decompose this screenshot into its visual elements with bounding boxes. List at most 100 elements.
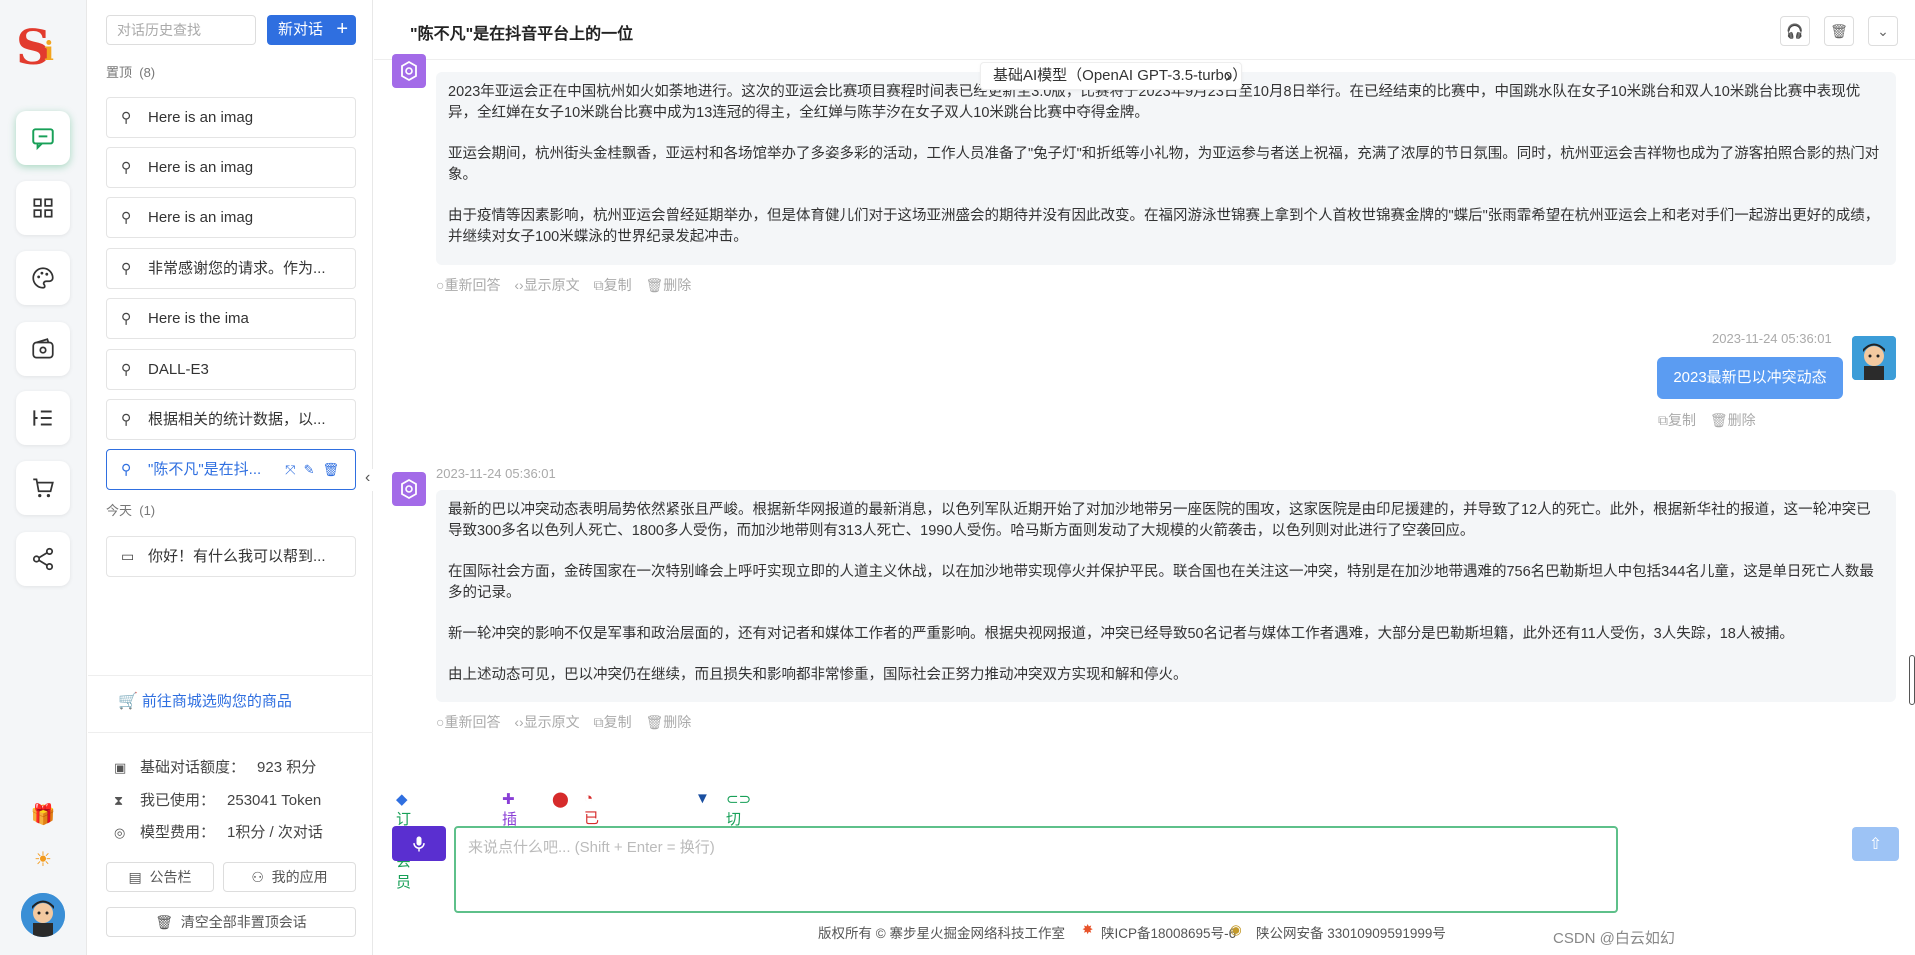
regenerate-button[interactable]: ○重新回答	[436, 714, 500, 730]
copy-button[interactable]: ⧉复制	[594, 277, 632, 293]
cart-icon[interactable]	[16, 461, 70, 515]
message-paragraph: 由于疫情等因素影响，杭州亚运会曾经延期举办，但是体育健儿们对于这场亚洲盛会的期待…	[448, 208, 1880, 245]
copy-label: 复制	[603, 277, 632, 293]
delete-icon[interactable]: 🗑	[322, 462, 347, 477]
pin-icon: ⚲	[121, 159, 132, 175]
message-paragraph: 由上述动态可见，巴以冲突仍在继续，而且损失和影响都非常惨重，国际社会正努力推动冲…	[448, 667, 1188, 683]
message-timestamp: 2023-11-24 05:36:01	[436, 466, 556, 481]
user-icon: ⚇	[251, 869, 264, 885]
police-badge-icon: ◉	[1230, 922, 1242, 937]
pinned-count: (8)	[139, 65, 156, 80]
message-actions: ○重新回答 ‹›显示原文 ⧉复制 🗑删除	[436, 275, 701, 295]
conversation-title: Here is an imag	[148, 109, 254, 126]
apps-grid-icon[interactable]	[16, 181, 70, 235]
conversation-title: 根据相关的统计数据，以...	[148, 411, 326, 428]
show-raw-button[interactable]: ‹›显示原文	[514, 277, 579, 293]
model-cost-stat: ◎ 模型费用： 1积分 / 次对话	[114, 821, 323, 842]
microphone-button[interactable]	[392, 826, 446, 861]
my-apps-label: 我的应用	[271, 869, 328, 885]
shop-link[interactable]: 🛒 前往商城选购您的商品	[118, 690, 292, 711]
regenerate-label: 重新回答	[444, 714, 501, 730]
stat-label: 我已使用：	[140, 792, 216, 809]
divider	[88, 732, 373, 733]
basket-icon[interactable]: ▼	[695, 790, 710, 807]
chat-icon[interactable]	[16, 111, 70, 165]
sun-icon[interactable]: ☀	[30, 846, 56, 872]
conversation-title: DALL-E3	[148, 361, 209, 378]
quota-stat: ▣ 基础对话额度： 923 积分	[114, 756, 316, 777]
pinned-conversation[interactable]: ⚲ 根据相关的统计数据，以...	[106, 399, 356, 440]
model-label: 基础AI模型（OpenAI GPT-3.5-turbo）	[993, 67, 1248, 84]
edit-icon[interactable]: ✎	[304, 462, 323, 477]
regenerate-label: 重新回答	[444, 277, 501, 293]
icp-link[interactable]: 陕ICP备18008695号-6	[1101, 922, 1236, 942]
model-selector[interactable]: 基础AI模型（OpenAI GPT-3.5-turbo） ›	[980, 62, 1247, 90]
gift-icon[interactable]: 🎁	[30, 801, 56, 827]
regenerate-button[interactable]: ○重新回答	[436, 277, 500, 293]
notice-board-button[interactable]: ▤ 公告栏	[106, 862, 214, 892]
conversation-title: Here is the ima	[148, 310, 249, 327]
cart-icon: 🛒	[118, 693, 138, 710]
conversation-sidebar: 对话历史查找 新对话 + 置顶 (8) ⚲ Here is an imag ⚲ He…	[88, 0, 373, 955]
shop-link-label: 前往商城选购您的商品	[141, 693, 292, 710]
chat-bubble-icon: ▭	[121, 548, 135, 564]
unpin-icon[interactable]: ⤧	[285, 462, 303, 477]
notice-label: 公告栏	[149, 869, 192, 885]
copy-button[interactable]: ⧉复制	[594, 714, 632, 730]
share-icon[interactable]	[16, 532, 70, 586]
show-raw-button[interactable]: ‹›显示原文	[514, 714, 579, 730]
user-avatar-icon[interactable]	[21, 893, 65, 937]
hourglass-icon: ⧗	[114, 793, 124, 808]
today-section-label: 今天 (1)	[106, 500, 155, 519]
history-search-input[interactable]: 对话历史查找	[106, 15, 256, 45]
pin-icon: ⚲	[121, 411, 132, 427]
send-button[interactable]: ⇧	[1852, 827, 1899, 861]
pin-icon: ⚲	[121, 209, 132, 225]
trash-icon: 🗑	[155, 914, 173, 930]
active-conversation[interactable]: ⚲ "陈不凡"是在抖... ⤧✎🗑	[106, 449, 356, 490]
police-link[interactable]: 陕公网安备 33010909591999号	[1256, 922, 1446, 942]
pinned-conversation[interactable]: ⚲ Here is an imag	[106, 147, 356, 188]
user-avatar-icon	[1852, 336, 1896, 380]
memory-icon: ◔	[584, 790, 594, 807]
user-message: 2023最新巴以冲突动态	[1657, 357, 1843, 399]
microphone-icon	[413, 836, 425, 851]
pinned-conversation[interactable]: ⚲ Here is an imag	[106, 197, 356, 238]
delete-label: 删除	[663, 277, 692, 293]
puzzle-icon: ✚	[502, 791, 515, 808]
pinned-conversation[interactable]: ⚲ 非常感谢您的请求。作为...	[106, 248, 356, 289]
divider	[88, 675, 373, 676]
today-label: 今天	[106, 503, 133, 518]
list-tree-icon[interactable]	[16, 391, 70, 445]
clear-label: 清空全部非置顶会话	[180, 914, 307, 930]
copy-button[interactable]: ⧉复制	[1658, 412, 1696, 428]
conversation-title: "陈不凡"是在抖...	[148, 461, 262, 478]
pinned-label: 置顶	[106, 65, 133, 80]
new-chat-button[interactable]: 新对话 +	[267, 15, 356, 45]
icon-rail: S i 🎁 ☀	[0, 0, 87, 955]
trash-icon[interactable]: 🗑	[1824, 16, 1854, 46]
my-apps-button[interactable]: ⚇ 我的应用	[223, 862, 356, 892]
pinned-conversation[interactable]: ⚲ Here is an imag	[106, 97, 356, 138]
stat-value: 1积分 / 次对话	[227, 824, 323, 841]
delete-button[interactable]: 🗑删除	[645, 277, 691, 293]
delete-button[interactable]: 🗑删除	[1710, 412, 1756, 428]
pinned-conversation[interactable]: ⚲ Here is the ima	[106, 298, 356, 339]
message-timestamp: 2023-11-24 05:36:01	[1712, 331, 1832, 346]
wallet-icon[interactable]	[16, 322, 70, 376]
conversation-item[interactable]: ▭ 你好！有什么我可以帮到...	[106, 536, 356, 577]
palette-icon[interactable]	[16, 251, 70, 305]
ball-icon[interactable]: ⬤	[552, 790, 569, 808]
scrollbar-handle[interactable]	[1909, 655, 1915, 705]
notice-icon: ▤	[128, 869, 142, 885]
pin-icon: ⚲	[121, 361, 132, 377]
copy-label: 复制	[1668, 412, 1696, 428]
message-paragraph: 亚运会期间，杭州街头金桂飘香，亚运村和各场馆举办了多姿多彩的活动，工作人员准备了…	[448, 146, 1880, 183]
clear-conversations-button[interactable]: 🗑 清空全部非置顶会话	[106, 907, 356, 937]
chevron-down-icon[interactable]: ⌄	[1868, 16, 1898, 46]
bot-avatar-icon	[392, 472, 426, 506]
delete-button[interactable]: 🗑删除	[645, 714, 691, 730]
headset-icon[interactable]: 🎧	[1780, 16, 1810, 46]
pinned-conversation[interactable]: ⚲ DALL-E3	[106, 349, 356, 390]
message-input[interactable]: 来说点什么吧... (Shift + Enter = 换行)	[454, 826, 1618, 913]
